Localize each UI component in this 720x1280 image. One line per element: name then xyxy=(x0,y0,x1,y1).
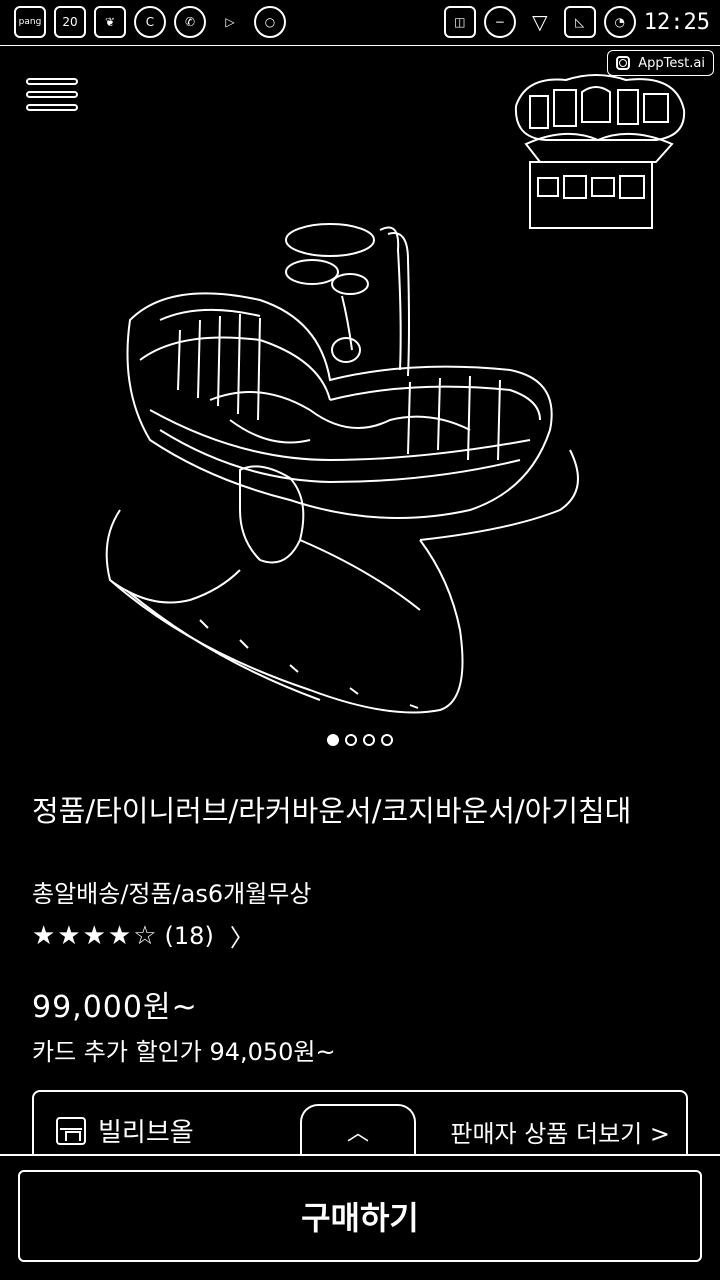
rating-row[interactable]: ★★★★☆ (18) 〉 xyxy=(32,918,254,953)
phone-icon: ✆ xyxy=(174,6,206,38)
no-signal-icon: ◺ xyxy=(563,6,596,38)
c-app-icon: C xyxy=(134,6,166,38)
cast-icon: ◫ xyxy=(443,6,476,38)
product-subtitle: 총알배송/정품/as6개월무상 xyxy=(32,880,312,908)
minus-icon: − xyxy=(483,6,516,38)
rating-stars: ★★★★☆ xyxy=(32,920,159,951)
wifi-icon: ▽ xyxy=(532,10,548,34)
buy-button[interactable]: 구매하기 xyxy=(18,1170,702,1262)
menu-bar xyxy=(26,78,78,85)
chevron-right-icon: 〉 xyxy=(229,924,254,952)
pager-dot[interactable] xyxy=(327,734,339,746)
image-pager xyxy=(0,734,720,754)
divider xyxy=(0,1154,720,1156)
menu-bar xyxy=(26,91,78,98)
alarm-icon: ◔ xyxy=(603,6,636,38)
store-logo[interactable] xyxy=(506,66,692,234)
calendar-day: 20 xyxy=(62,15,78,29)
leaf-icon: ❦ xyxy=(94,6,126,38)
hamburger-menu-icon[interactable] xyxy=(26,78,78,124)
status-bar: pang 20 ❦ C ✆ ▷ ○ ◫ − ▽ ◺ ◔ 12:25 xyxy=(0,0,720,46)
play-icon: ▷ xyxy=(225,15,235,29)
collapse-toggle-button[interactable]: ︿ xyxy=(300,1104,416,1156)
pang-label: pang xyxy=(18,16,42,27)
seller-more-products-link[interactable]: 판매자 상품 더보기 > xyxy=(450,1114,670,1149)
pager-dot[interactable] xyxy=(345,734,357,746)
product-image[interactable] xyxy=(90,210,610,730)
store-link[interactable]: 빌리브올 xyxy=(56,1112,194,1149)
product-price: 99,000원~ xyxy=(32,990,198,1025)
pager-dot[interactable] xyxy=(381,734,393,746)
menu-bar xyxy=(26,104,78,111)
clock: 12:25 xyxy=(643,9,710,35)
store-icon xyxy=(56,1116,86,1145)
chevron-up-icon: ︿ xyxy=(346,1121,369,1146)
product-title: 정품/타이니러브/라커바운서/코지바운서/아기침대 xyxy=(32,794,632,828)
app-screen: pang 20 ❦ C ✆ ▷ ○ ◫ − ▽ ◺ ◔ 12:25 AppTes… xyxy=(0,0,720,1280)
store-name: 빌리브올 xyxy=(98,1118,194,1148)
card-discount-price: 카드 추가 할인가 94,050원~ xyxy=(32,1038,336,1066)
pager-dot[interactable] xyxy=(363,734,375,746)
circle-icon: ○ xyxy=(254,6,286,38)
review-count: (18) xyxy=(164,921,214,950)
calendar-icon: 20 xyxy=(54,6,86,38)
pang-icon: pang xyxy=(14,6,46,38)
